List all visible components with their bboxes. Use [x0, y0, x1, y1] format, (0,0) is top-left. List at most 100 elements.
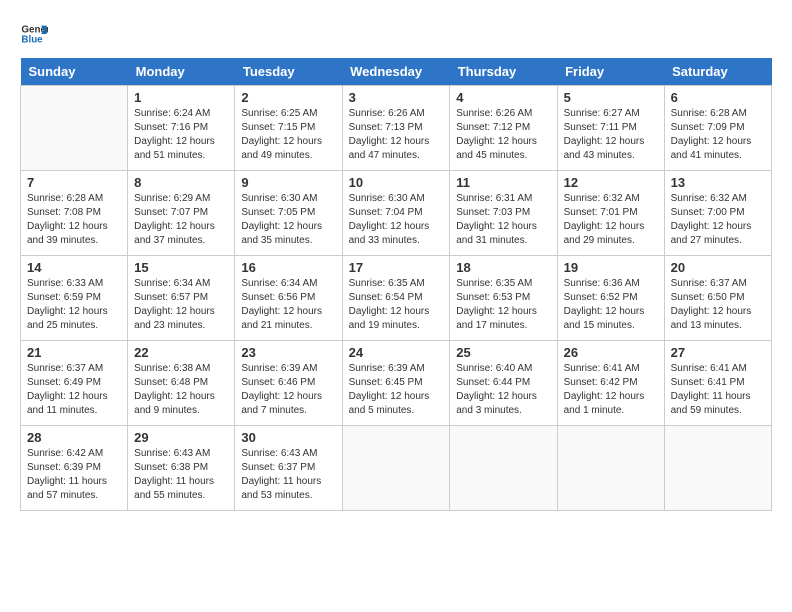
calendar-table: SundayMondayTuesdayWednesdayThursdayFrid… [20, 58, 772, 511]
day-info: Sunrise: 6:31 AM Sunset: 7:03 PM Dayligh… [456, 192, 550, 248]
calendar-cell: 20 Sunrise: 6:37 AM Sunset: 6:50 PM Dayli… [664, 256, 771, 341]
day-number: 15 [134, 260, 228, 275]
day-info: Sunrise: 6:43 AM Sunset: 6:38 PM Dayligh… [134, 447, 228, 503]
logo: General Blue [20, 20, 52, 48]
calendar-cell: 21Sunrise: 6:37 AM Sunset: 6:49 PM Dayli… [21, 341, 128, 426]
day-number: 6 [671, 90, 765, 105]
calendar-cell: 9 Sunrise: 6:30 AM Sunset: 7:05 PM Daylig… [235, 171, 342, 256]
calendar-cell: 27 Sunrise: 6:41 AM Sunset: 6:41 PM Dayli… [664, 341, 771, 426]
day-info: Sunrise: 6:26 AM Sunset: 7:12 PM Dayligh… [456, 107, 550, 163]
day-number: 5 [564, 90, 658, 105]
day-info: Sunrise: 6:24 AM Sunset: 7:16 PM Dayligh… [134, 107, 228, 163]
calendar-cell: 8 Sunrise: 6:29 AM Sunset: 7:07 PM Daylig… [128, 171, 235, 256]
day-info: Sunrise: 6:30 AM Sunset: 7:05 PM Dayligh… [241, 192, 335, 248]
day-info: Sunrise: 6:29 AM Sunset: 7:07 PM Dayligh… [134, 192, 228, 248]
calendar-cell: 18Sunrise: 6:35 AM Sunset: 6:53 PM Dayli… [450, 256, 557, 341]
day-number: 12 [564, 175, 658, 190]
day-number: 10 [349, 175, 444, 190]
calendar-cell [342, 426, 450, 511]
calendar-cell [450, 426, 557, 511]
day-number: 28 [27, 430, 121, 445]
day-number: 24 [349, 345, 444, 360]
day-number: 8 [134, 175, 228, 190]
day-info: Sunrise: 6:41 AM Sunset: 6:42 PM Dayligh… [564, 362, 658, 418]
weekday-header-thursday: Thursday [450, 58, 557, 86]
calendar-cell: 23 Sunrise: 6:39 AM Sunset: 6:46 PM Dayli… [235, 341, 342, 426]
week-row-5: 28 Sunrise: 6:42 AM Sunset: 6:39 PM Dayli… [21, 426, 772, 511]
calendar-cell: 10 Sunrise: 6:30 AM Sunset: 7:04 PM Dayli… [342, 171, 450, 256]
day-info: Sunrise: 6:40 AM Sunset: 6:44 PM Dayligh… [456, 362, 550, 418]
day-info: Sunrise: 6:32 AM Sunset: 7:00 PM Dayligh… [671, 192, 765, 248]
day-number: 13 [671, 175, 765, 190]
calendar-cell: 28 Sunrise: 6:42 AM Sunset: 6:39 PM Dayli… [21, 426, 128, 511]
day-number: 17 [349, 260, 444, 275]
day-number: 1 [134, 90, 228, 105]
day-info: Sunrise: 6:41 AM Sunset: 6:41 PM Dayligh… [671, 362, 765, 418]
calendar-cell: 1 Sunrise: 6:24 AM Sunset: 7:16 PM Daylig… [128, 86, 235, 171]
weekday-header-monday: Monday [128, 58, 235, 86]
header-row: SundayMondayTuesdayWednesdayThursdayFrid… [21, 58, 772, 86]
day-info: Sunrise: 6:34 AM Sunset: 6:56 PM Dayligh… [241, 277, 335, 333]
day-info: Sunrise: 6:30 AM Sunset: 7:04 PM Dayligh… [349, 192, 444, 248]
day-number: 25 [456, 345, 550, 360]
calendar-cell: 6 Sunrise: 6:28 AM Sunset: 7:09 PM Daylig… [664, 86, 771, 171]
weekday-header-sunday: Sunday [21, 58, 128, 86]
calendar-cell: 11 Sunrise: 6:31 AM Sunset: 7:03 PM Dayli… [450, 171, 557, 256]
calendar-cell: 19 Sunrise: 6:36 AM Sunset: 6:52 PM Dayli… [557, 256, 664, 341]
day-info: Sunrise: 6:39 AM Sunset: 6:46 PM Dayligh… [241, 362, 335, 418]
calendar-cell: 16Sunrise: 6:34 AM Sunset: 6:56 PM Dayli… [235, 256, 342, 341]
calendar-cell: 22Sunrise: 6:38 AM Sunset: 6:48 PM Dayli… [128, 341, 235, 426]
calendar-cell: 26 Sunrise: 6:41 AM Sunset: 6:42 PM Dayli… [557, 341, 664, 426]
week-row-4: 21Sunrise: 6:37 AM Sunset: 6:49 PM Dayli… [21, 341, 772, 426]
day-info: Sunrise: 6:33 AM Sunset: 6:59 PM Dayligh… [27, 277, 121, 333]
weekday-header-tuesday: Tuesday [235, 58, 342, 86]
calendar-cell: 29 Sunrise: 6:43 AM Sunset: 6:38 PM Dayli… [128, 426, 235, 511]
week-row-3: 14 Sunrise: 6:33 AM Sunset: 6:59 PM Dayli… [21, 256, 772, 341]
day-number: 14 [27, 260, 121, 275]
day-info: Sunrise: 6:35 AM Sunset: 6:54 PM Dayligh… [349, 277, 444, 333]
day-number: 2 [241, 90, 335, 105]
day-info: Sunrise: 6:27 AM Sunset: 7:11 PM Dayligh… [564, 107, 658, 163]
week-row-2: 7Sunrise: 6:28 AM Sunset: 7:08 PM Daylig… [21, 171, 772, 256]
calendar-cell [664, 426, 771, 511]
day-number: 23 [241, 345, 335, 360]
calendar-cell: 14 Sunrise: 6:33 AM Sunset: 6:59 PM Dayli… [21, 256, 128, 341]
day-number: 29 [134, 430, 228, 445]
day-number: 27 [671, 345, 765, 360]
calendar-cell: 2Sunrise: 6:25 AM Sunset: 7:15 PM Daylig… [235, 86, 342, 171]
calendar-cell: 7Sunrise: 6:28 AM Sunset: 7:08 PM Daylig… [21, 171, 128, 256]
day-info: Sunrise: 6:26 AM Sunset: 7:13 PM Dayligh… [349, 107, 444, 163]
day-info: Sunrise: 6:28 AM Sunset: 7:09 PM Dayligh… [671, 107, 765, 163]
day-number: 26 [564, 345, 658, 360]
page-header: General Blue [20, 20, 772, 48]
day-number: 22 [134, 345, 228, 360]
day-number: 18 [456, 260, 550, 275]
weekday-header-wednesday: Wednesday [342, 58, 450, 86]
day-number: 9 [241, 175, 335, 190]
logo-icon: General Blue [20, 20, 48, 48]
calendar-cell: 12 Sunrise: 6:32 AM Sunset: 7:01 PM Dayli… [557, 171, 664, 256]
day-info: Sunrise: 6:42 AM Sunset: 6:39 PM Dayligh… [27, 447, 121, 503]
calendar-cell: 5 Sunrise: 6:27 AM Sunset: 7:11 PM Daylig… [557, 86, 664, 171]
day-number: 19 [564, 260, 658, 275]
week-row-1: 1 Sunrise: 6:24 AM Sunset: 7:16 PM Daylig… [21, 86, 772, 171]
calendar-cell: 4Sunrise: 6:26 AM Sunset: 7:12 PM Daylig… [450, 86, 557, 171]
day-info: Sunrise: 6:34 AM Sunset: 6:57 PM Dayligh… [134, 277, 228, 333]
day-info: Sunrise: 6:37 AM Sunset: 6:50 PM Dayligh… [671, 277, 765, 333]
calendar-cell: 3Sunrise: 6:26 AM Sunset: 7:13 PM Daylig… [342, 86, 450, 171]
day-info: Sunrise: 6:32 AM Sunset: 7:01 PM Dayligh… [564, 192, 658, 248]
calendar-cell: 30 Sunrise: 6:43 AM Sunset: 6:37 PM Dayli… [235, 426, 342, 511]
calendar-cell [21, 86, 128, 171]
calendar-cell [557, 426, 664, 511]
day-number: 20 [671, 260, 765, 275]
day-info: Sunrise: 6:28 AM Sunset: 7:08 PM Dayligh… [27, 192, 121, 248]
calendar-cell: 15 Sunrise: 6:34 AM Sunset: 6:57 PM Dayli… [128, 256, 235, 341]
day-number: 30 [241, 430, 335, 445]
calendar-cell: 17 Sunrise: 6:35 AM Sunset: 6:54 PM Dayli… [342, 256, 450, 341]
day-info: Sunrise: 6:43 AM Sunset: 6:37 PM Dayligh… [241, 447, 335, 503]
day-number: 21 [27, 345, 121, 360]
day-info: Sunrise: 6:36 AM Sunset: 6:52 PM Dayligh… [564, 277, 658, 333]
calendar-cell: 13 Sunrise: 6:32 AM Sunset: 7:00 PM Dayli… [664, 171, 771, 256]
day-number: 11 [456, 175, 550, 190]
svg-text:Blue: Blue [21, 34, 43, 45]
